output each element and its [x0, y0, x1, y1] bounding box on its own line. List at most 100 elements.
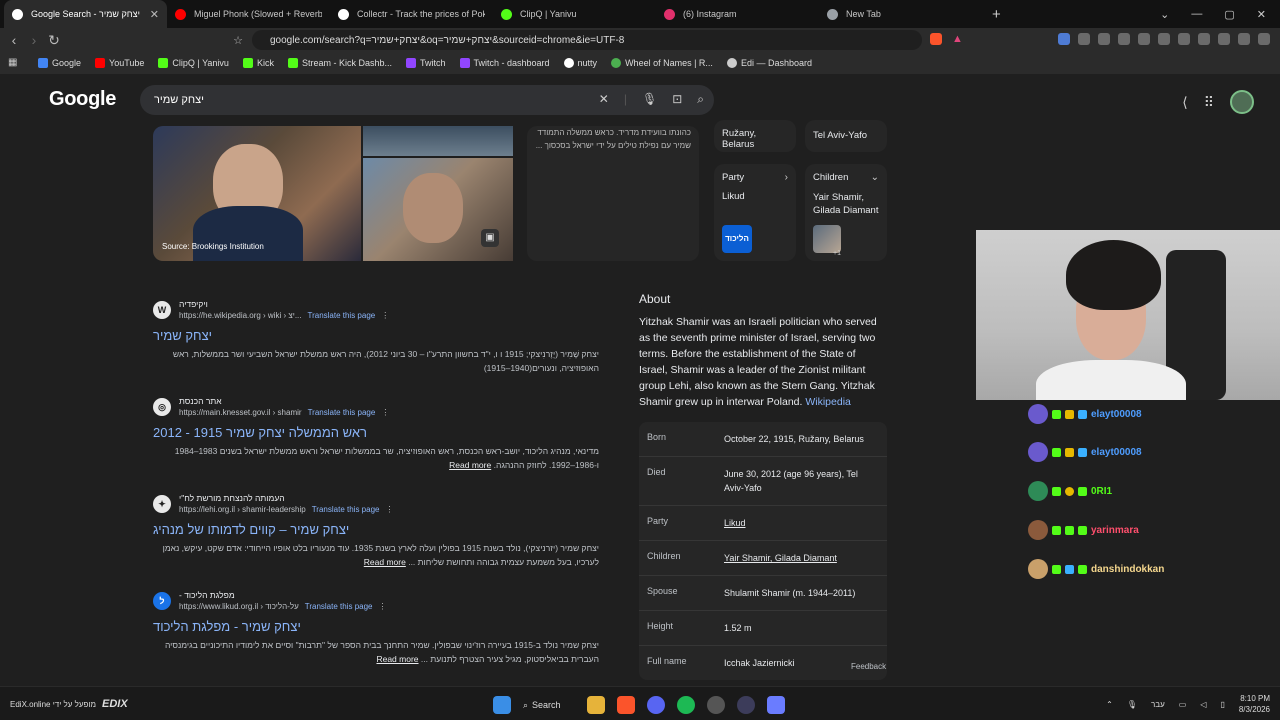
translate-link[interactable]: Translate this page: [308, 408, 376, 417]
result-source[interactable]: ◎ אתר הכנסת https://main.knesset.gov.il …: [153, 393, 599, 421]
minimize-icon[interactable]: —: [1191, 8, 1202, 20]
extension-icon[interactable]: [1058, 33, 1070, 45]
children-card[interactable]: Children ⌄ Yair Shamir, Gilada Diamant +…: [805, 164, 887, 261]
translate-link[interactable]: Translate this page: [305, 602, 373, 611]
maximize-icon[interactable]: ▢: [1224, 8, 1234, 21]
tab-collectr[interactable]: Collectr - Track the prices of Pokemo: [330, 0, 493, 28]
tab-close-icon[interactable]: ✕: [150, 8, 159, 21]
birthplace-card[interactable]: Ružany, Belarus: [714, 120, 796, 152]
media-icon[interactable]: [737, 696, 755, 714]
more-options-icon[interactable]: ⋮: [381, 408, 389, 417]
read-more-link[interactable]: Read more: [364, 557, 406, 567]
bookmark-wheel-of-names[interactable]: Wheel of Names | R...: [611, 58, 713, 68]
network-icon[interactable]: ▭: [1179, 700, 1187, 709]
extension-icon[interactable]: [1218, 33, 1230, 45]
bookmark-youtube[interactable]: YouTube: [95, 58, 144, 68]
discord-icon[interactable]: [647, 696, 665, 714]
bookmark-twitch-dashboard[interactable]: Twitch - dashboard: [459, 58, 550, 68]
taskbar-search[interactable]: ⌕ Search: [523, 694, 575, 716]
portrait-image[interactable]: Source: Brookings Institution: [153, 126, 361, 261]
party-card[interactable]: Party › Likud הליכוד: [714, 164, 796, 261]
clock[interactable]: 8:10 PM 8/3/2026: [1239, 693, 1270, 715]
forward-icon[interactable]: ›: [24, 32, 44, 48]
extension-icon[interactable]: [1238, 33, 1250, 45]
microphone-icon[interactable]: 🎙: [642, 92, 657, 107]
extension-icon[interactable]: [1178, 33, 1190, 45]
extension-icon[interactable]: [1118, 33, 1130, 45]
fact-value[interactable]: Shulamit Shamir (m. 1944–2011): [724, 586, 855, 600]
translate-link[interactable]: Translate this page: [312, 505, 380, 514]
bookmark-edi-dashboard[interactable]: Edi — Dashboard: [726, 58, 812, 68]
extension-icon[interactable]: [1158, 33, 1170, 45]
bookmark-kick[interactable]: Kick: [242, 58, 274, 68]
result-title-link[interactable]: יצחק שמיר: [153, 328, 599, 343]
bookmark-google[interactable]: Google: [38, 58, 81, 68]
wikipedia-link[interactable]: Wikipedia: [805, 396, 851, 408]
brave-rewards-icon[interactable]: ▲: [952, 33, 963, 45]
tab-google-search[interactable]: Google Search - יצחק שמיר ✕: [4, 0, 167, 28]
brave-shield-icon[interactable]: [930, 33, 942, 45]
tab-clipq[interactable]: ClipQ | Yanivu: [493, 0, 656, 28]
bookmark-kick-dashboard[interactable]: Stream - Kick Dashb...: [287, 58, 392, 68]
tab-search-icon[interactable]: ⌄: [1160, 8, 1169, 21]
image-gallery-icon[interactable]: ▣: [481, 229, 499, 247]
brave-icon[interactable]: [617, 696, 635, 714]
apps-icon[interactable]: ⠿: [1204, 94, 1214, 111]
reload-icon[interactable]: ↻: [44, 32, 64, 49]
result-title-link[interactable]: ראש הממשלה יצחק שמיר 1915 - 2012: [153, 425, 599, 440]
microphone-icon[interactable]: 🎙: [1127, 700, 1137, 709]
more-options-icon[interactable]: ⋮: [385, 505, 393, 514]
url-bar[interactable]: google.com/search?q=יצחק+שמיר&oq=יצחק+שמ…: [252, 30, 922, 50]
bookmark-clipq[interactable]: ClipQ | Yanivu: [158, 58, 229, 68]
windows-start-icon[interactable]: [493, 696, 511, 714]
result-title-link[interactable]: יצחק שמיר – קווים לדמותו של מנהיג: [153, 522, 599, 537]
menu-icon[interactable]: [1258, 33, 1270, 45]
fact-value[interactable]: Yair Shamir, Gilada Diamant: [724, 551, 837, 565]
battery-icon[interactable]: ▯: [1220, 700, 1224, 709]
tab-youtube[interactable]: Miguel Phonk (Slowed + Reverb)-Sin: [167, 0, 330, 28]
deathplace-card[interactable]: Tel Aviv-Yafo: [805, 120, 887, 152]
google-logo[interactable]: Google: [49, 88, 116, 111]
fact-value[interactable]: June 30, 2012 (age 96 years), Tel Aviv-Y…: [724, 467, 879, 495]
read-more-link[interactable]: Read more: [449, 460, 491, 470]
search-input[interactable]: יצחק שמיר: [154, 94, 204, 106]
share-icon[interactable]: ⟨: [1182, 94, 1187, 111]
bookmark-icon[interactable]: ☆: [228, 34, 248, 47]
search-box[interactable]: יצחק שמיר ✕ | 🎙 ⊡ ⌕: [140, 85, 714, 115]
file-explorer-icon[interactable]: [587, 696, 605, 714]
search-icon[interactable]: ⌕: [697, 92, 704, 107]
volume-icon[interactable]: ◁: [1200, 700, 1206, 709]
extension-icon[interactable]: [1198, 33, 1210, 45]
clear-icon[interactable]: ✕: [599, 92, 609, 107]
more-options-icon[interactable]: ⋮: [379, 602, 387, 611]
result-title-link[interactable]: יצחק שמיר - מפלגת הליכוד: [153, 619, 599, 634]
tab-new-tab[interactable]: New Tab: [819, 0, 982, 28]
new-tab-button[interactable]: +: [992, 6, 1001, 23]
back-icon[interactable]: ‹: [4, 32, 24, 48]
close-window-icon[interactable]: ✕: [1257, 8, 1266, 21]
extension-icon[interactable]: [1078, 33, 1090, 45]
fact-value[interactable]: Likud: [724, 516, 746, 530]
obs-icon[interactable]: [707, 696, 725, 714]
result-source[interactable]: W ויקיפדיה https://he.wikipedia.org › wi…: [153, 296, 599, 324]
bookmark-twitch[interactable]: Twitch: [405, 58, 446, 68]
tab-instagram[interactable]: (6) Instagram: [656, 0, 819, 28]
language-indicator[interactable]: עבר: [1151, 700, 1165, 709]
more-options-icon[interactable]: ⋮: [381, 311, 389, 320]
result-source[interactable]: ✦ העמותה להנצחת מורשת לח"י https://lehi.…: [153, 490, 599, 518]
read-more-link[interactable]: Read more: [376, 654, 418, 664]
feedback-link[interactable]: Feedback: [851, 662, 886, 671]
avatar[interactable]: [1230, 90, 1254, 114]
spotify-icon[interactable]: [677, 696, 695, 714]
portrait-image-small[interactable]: ▣: [363, 158, 513, 261]
result-source[interactable]: ל מפלגת הליכוד - https://www.likud.org.i…: [153, 587, 599, 615]
apps-grid-icon[interactable]: ▦: [8, 57, 17, 68]
app-icon[interactable]: [767, 696, 785, 714]
portrait-image-small[interactable]: [363, 126, 513, 156]
fact-value[interactable]: October 22, 1915, Ružany, Belarus: [724, 432, 864, 446]
tray-chevron-icon[interactable]: ⌃: [1106, 700, 1113, 709]
extension-icon[interactable]: [1098, 33, 1110, 45]
bookmark-nutty[interactable]: nutty: [563, 58, 597, 68]
lens-icon[interactable]: ⊡: [672, 92, 682, 107]
extension-icon[interactable]: [1138, 33, 1150, 45]
